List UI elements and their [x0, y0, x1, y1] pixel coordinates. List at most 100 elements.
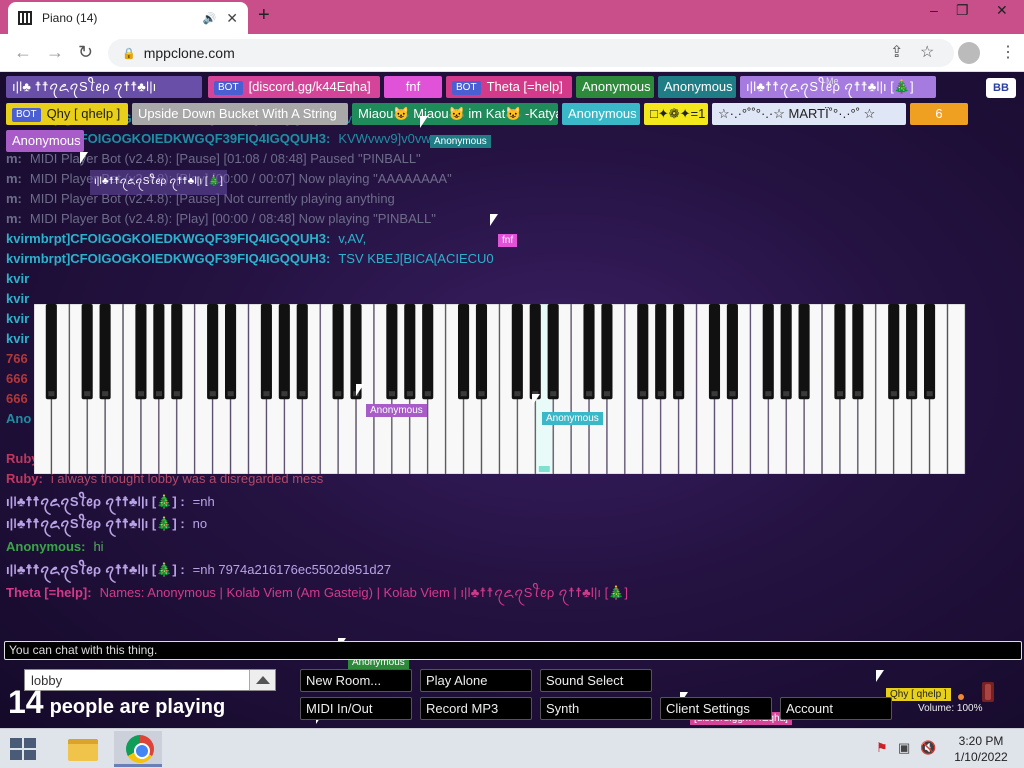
- chat-author: 666: [6, 391, 28, 406]
- black-key[interactable]: [207, 304, 219, 400]
- black-key[interactable]: [601, 304, 613, 400]
- black-key[interactable]: [260, 304, 272, 400]
- participant-tag[interactable]: Anonymous: [658, 76, 736, 98]
- chat-author: 766: [6, 351, 28, 366]
- chat-author: Anonymous:: [6, 539, 86, 554]
- black-key[interactable]: [422, 304, 434, 400]
- black-key[interactable]: [224, 304, 237, 400]
- black-key[interactable]: [404, 304, 416, 400]
- account-button[interactable]: Account: [780, 697, 892, 720]
- black-key[interactable]: [171, 304, 183, 400]
- mouse-cursor-icon: [876, 670, 884, 682]
- black-key-shine: [478, 391, 485, 397]
- participant-tag[interactable]: □✦❁✦=1: [644, 103, 708, 125]
- chat-text: =nh: [192, 494, 215, 509]
- participant-tag[interactable]: 6: [910, 103, 968, 125]
- black-key[interactable]: [457, 304, 470, 400]
- window-close-icon[interactable]: ✕: [996, 2, 1008, 19]
- chat-text: TSV KBEJ[BICA[ACIECU0: [338, 251, 494, 266]
- black-key[interactable]: [762, 304, 774, 400]
- chat-message: m: MIDI Player Bot (v2.4.8): [Pause] [01:…: [6, 150, 421, 168]
- participant-tag[interactable]: Upside Down Bucket With A String: [132, 103, 348, 125]
- new-room-button[interactable]: New Room...: [300, 669, 412, 692]
- participant-tag[interactable]: ı|ǀ♣ ☨☨ꪖ꧖ꪖSꪻꫀρ ꪖ☨☨♣ǀ|ı: [6, 76, 202, 98]
- chat-message: ı|ǀ♣☨☨ꪖ꧖ꪖSꪻꫀρ ꪖ☨☨♣ǀ|ı [🎄] : =nh: [6, 493, 215, 511]
- flag-icon[interactable]: ⚑: [876, 740, 888, 756]
- lock-icon: 🔒: [122, 47, 136, 60]
- play-alone-button[interactable]: Play Alone: [420, 669, 532, 692]
- browser-tab[interactable]: Piano (14) 🔊 ✕: [8, 2, 248, 34]
- black-key[interactable]: [673, 304, 685, 400]
- black-key[interactable]: [780, 304, 792, 400]
- reload-icon[interactable]: ↻: [78, 42, 93, 63]
- participant-tag[interactable]: Miaou😺 Miaou😺 im Kat😺 -Katya: [352, 103, 558, 125]
- browser-tab-bar: Piano (14) 🔊 ✕ + – ❐ ✕: [0, 0, 1024, 34]
- profile-avatar-icon[interactable]: [958, 42, 980, 64]
- speaker-icon[interactable]: 🔊: [203, 12, 217, 25]
- black-key[interactable]: [798, 304, 810, 400]
- piano-keyboard[interactable]: [34, 304, 966, 474]
- room-dropdown-icon[interactable]: [249, 670, 275, 690]
- black-key[interactable]: [45, 304, 57, 400]
- client-settings-button[interactable]: Client Settings: [660, 697, 772, 720]
- volume-muted-icon[interactable]: 🔇: [920, 740, 936, 756]
- participant-tag[interactable]: Anonymous: [6, 130, 84, 152]
- volume-knob[interactable]: [982, 682, 994, 702]
- chrome-icon: [126, 735, 154, 763]
- black-key[interactable]: [332, 304, 344, 400]
- bb-button[interactable]: BB: [986, 78, 1016, 98]
- black-key[interactable]: [726, 304, 738, 400]
- black-key[interactable]: [923, 304, 936, 400]
- black-key[interactable]: [547, 304, 559, 400]
- record-mp3-button[interactable]: Record MP3: [420, 697, 532, 720]
- clock[interactable]: 3:20 PM 1/10/2022: [946, 733, 1016, 765]
- black-key[interactable]: [708, 304, 721, 400]
- participant-tag[interactable]: Anonymous: [562, 103, 640, 125]
- black-key[interactable]: [386, 304, 398, 400]
- black-key[interactable]: [583, 304, 595, 400]
- white-key[interactable]: [947, 304, 966, 474]
- black-key[interactable]: [153, 304, 165, 400]
- file-explorer-button[interactable]: [58, 731, 106, 767]
- black-key[interactable]: [296, 304, 308, 400]
- black-key-shine: [801, 391, 808, 397]
- synth-button[interactable]: Synth: [540, 697, 652, 720]
- midi-button[interactable]: MIDI In/Out: [300, 697, 412, 720]
- black-key[interactable]: [135, 304, 147, 400]
- back-icon[interactable]: ←: [14, 42, 32, 63]
- participant-tag[interactable]: BOT Qhy [ qhelp ]: [6, 103, 128, 125]
- sound-select-button[interactable]: Sound Select: [540, 669, 652, 692]
- participant-tag[interactable]: BOT [discord.gg/k44Eqha]: [208, 76, 380, 98]
- participant-tag[interactable]: Anonymous: [576, 76, 654, 98]
- participant-name: Anonymous: [664, 79, 733, 94]
- black-key[interactable]: [637, 304, 649, 400]
- black-key[interactable]: [81, 304, 93, 400]
- bot-badge: BOT: [214, 81, 243, 95]
- black-key[interactable]: [529, 304, 541, 400]
- share-icon[interactable]: ⇪: [890, 42, 903, 62]
- participant-tag[interactable]: BOT Theta [=help]: [446, 76, 572, 98]
- participant-tag[interactable]: fnf: [384, 76, 442, 98]
- windows-start-icon[interactable]: [10, 738, 36, 760]
- black-key[interactable]: [278, 304, 290, 400]
- tab-close-icon[interactable]: ✕: [226, 10, 238, 27]
- black-key[interactable]: [906, 304, 918, 400]
- forward-icon[interactable]: →: [46, 42, 64, 63]
- black-key[interactable]: [99, 304, 111, 400]
- black-key[interactable]: [888, 304, 900, 400]
- menu-icon[interactable]: ⋮: [1000, 42, 1016, 62]
- black-key[interactable]: [475, 304, 488, 400]
- chrome-taskbar-button[interactable]: [114, 731, 162, 767]
- black-key[interactable]: [655, 304, 667, 400]
- black-key[interactable]: [834, 304, 846, 400]
- maximize-icon[interactable]: ❐: [956, 2, 969, 19]
- minimize-icon[interactable]: –: [930, 2, 938, 18]
- new-tab-icon[interactable]: +: [258, 4, 270, 27]
- bookmark-star-icon[interactable]: ☆: [920, 42, 934, 62]
- url-field[interactable]: 🔒 mppclone.com: [108, 39, 954, 67]
- black-key[interactable]: [511, 304, 523, 400]
- participant-tag[interactable]: ☆·.·°˚˚°·.·☆ MARTЇ˚°·.·°˚ ☆: [712, 103, 906, 125]
- network-icon[interactable]: ▣: [898, 740, 910, 756]
- chat-input[interactable]: You can chat with this thing.: [4, 641, 1022, 660]
- black-key[interactable]: [852, 304, 864, 400]
